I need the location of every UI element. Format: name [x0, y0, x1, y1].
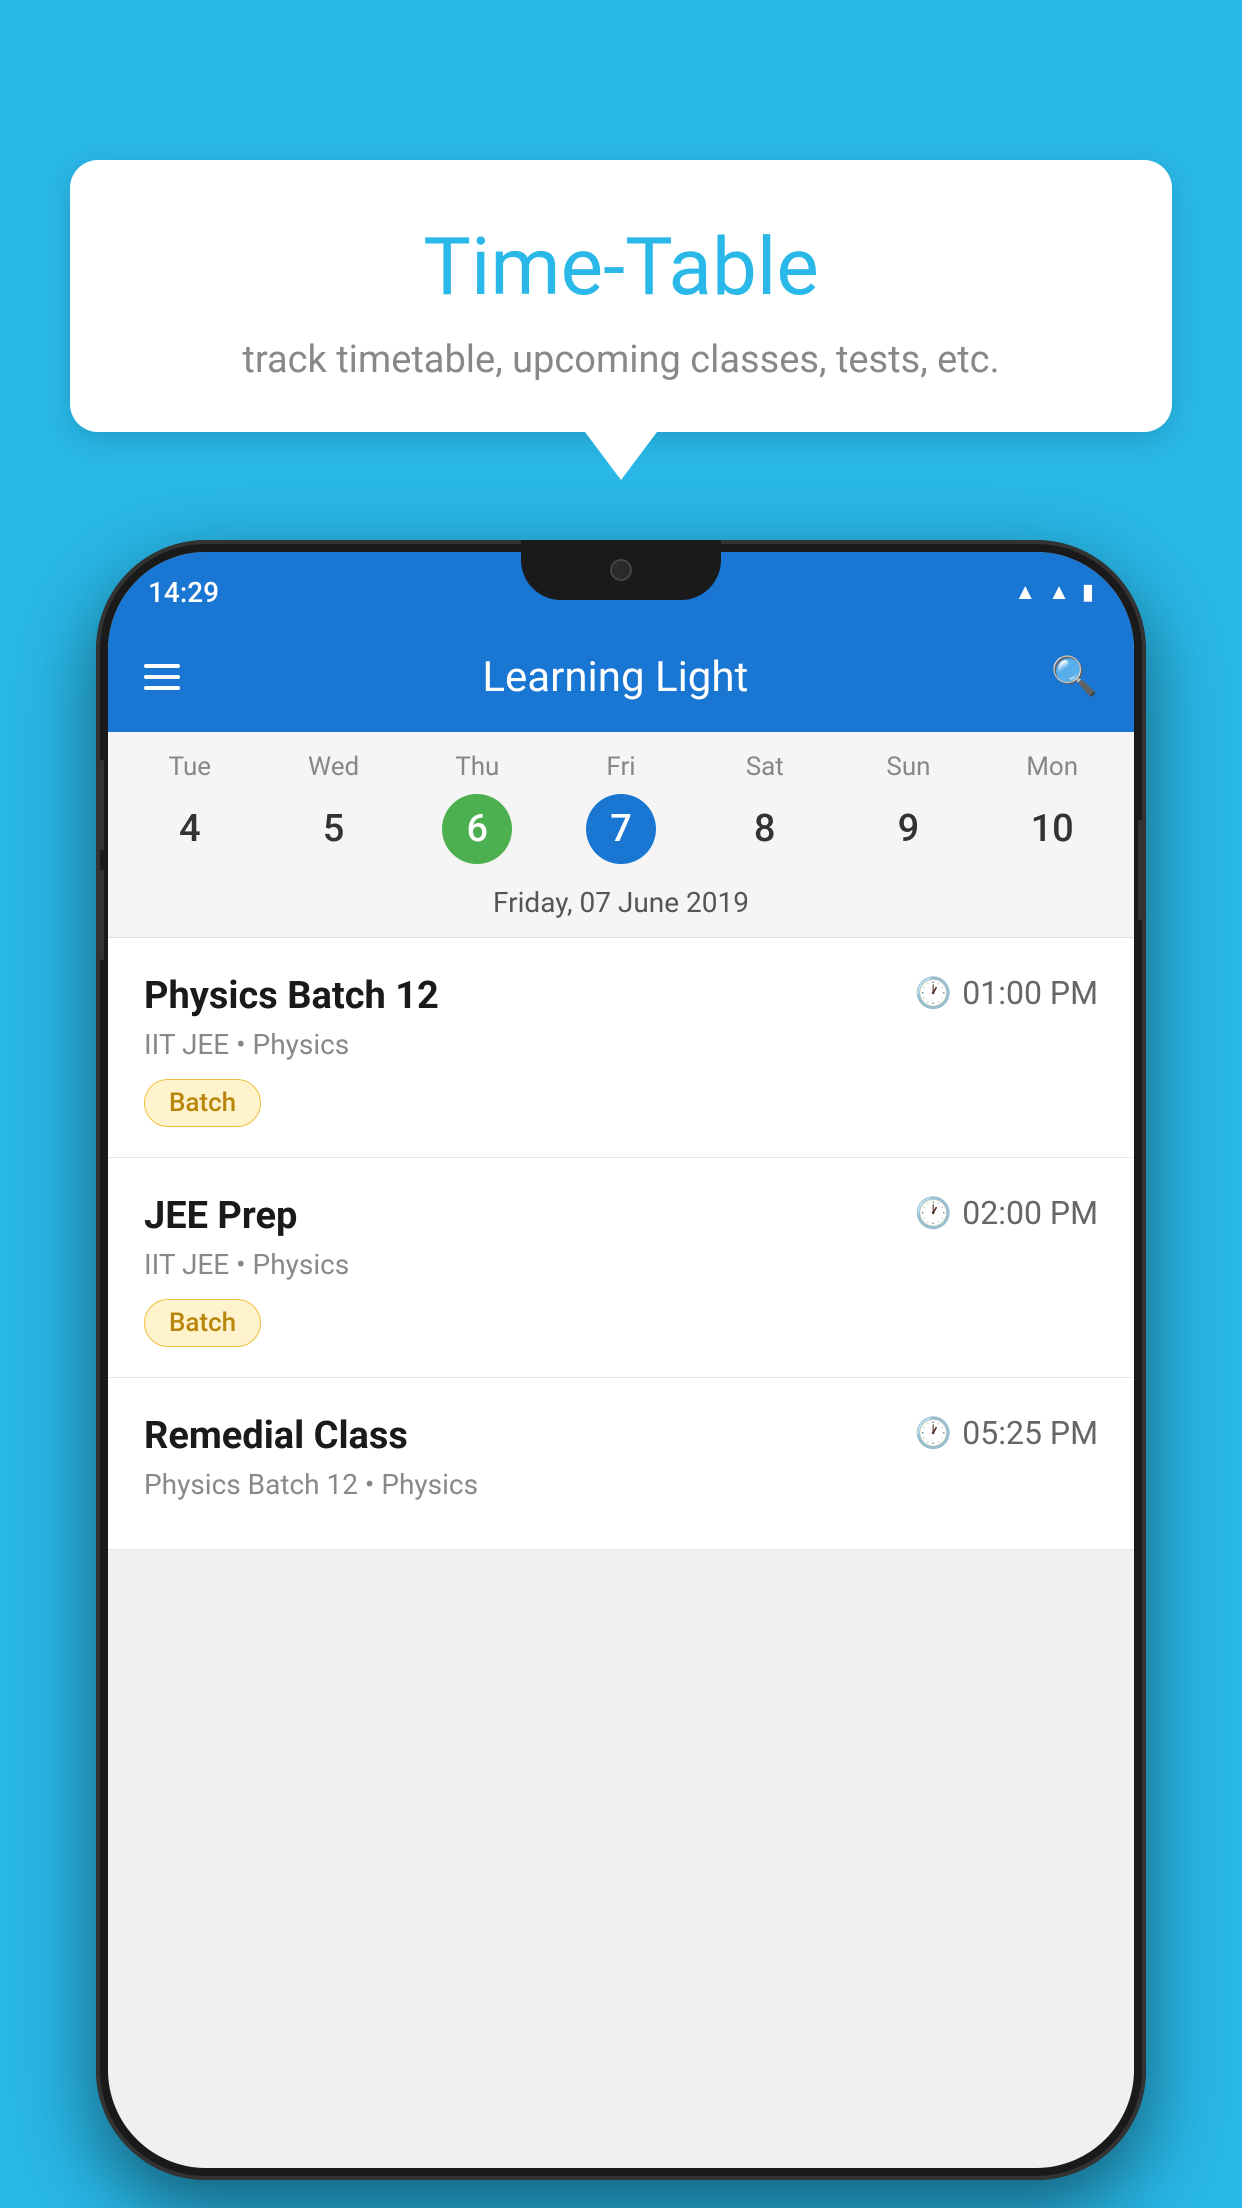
calendar-day-col[interactable]: Fri 7: [549, 752, 693, 864]
day-number[interactable]: 5: [299, 794, 369, 864]
day-number[interactable]: 9: [873, 794, 943, 864]
day-number[interactable]: 4: [155, 794, 225, 864]
status-icons: ▲ ▲ ▮: [1014, 579, 1094, 605]
app-title: Learning Light: [210, 653, 1021, 702]
events-list: Physics Batch 12 🕐 01:00 PM IIT JEE • Physi…: [108, 938, 1134, 1550]
event-item[interactable]: Remedial Class 🕐 05:25 PM Physics Batch 12 …: [108, 1378, 1134, 1550]
day-label: Sun: [886, 752, 930, 782]
tooltip-subtitle: track timetable, upcoming classes, tests…: [130, 338, 1112, 382]
event-title: Remedial Class: [144, 1414, 408, 1458]
phone-frame: 14:29 ▲ ▲ ▮ Learning Light 🔍: [96, 540, 1146, 2180]
day-label: Sat: [746, 752, 784, 782]
day-label: Thu: [455, 752, 499, 782]
calendar-day-col[interactable]: Wed 5: [262, 752, 406, 864]
event-title: JEE Prep: [144, 1194, 297, 1238]
day-number[interactable]: 6: [442, 794, 512, 864]
power-button[interactable]: [1138, 820, 1146, 920]
day-number[interactable]: 8: [730, 794, 800, 864]
hamburger-menu-button[interactable]: [144, 664, 180, 690]
calendar-section: Tue 4 Wed 5 Thu 6 Fri 7 Sat 8 Sun 9 Mon 10 Friday, 07…: [108, 732, 1134, 938]
status-time: 14:29: [148, 576, 219, 609]
day-label: Mon: [1026, 752, 1078, 782]
day-number[interactable]: 10: [1017, 794, 1087, 864]
event-subtitle: IIT JEE • Physics: [144, 1028, 1098, 1061]
calendar-day-col[interactable]: Mon 10: [980, 752, 1124, 864]
day-label: Tue: [169, 752, 211, 782]
calendar-day-col[interactable]: Sun 9: [837, 752, 981, 864]
phone-mockup: 14:29 ▲ ▲ ▮ Learning Light 🔍: [96, 540, 1146, 2180]
calendar-day-col[interactable]: Tue 4: [118, 752, 262, 864]
event-time: 🕐 01:00 PM: [915, 974, 1098, 1012]
event-title: Physics Batch 12: [144, 974, 439, 1018]
phone-screen: 14:29 ▲ ▲ ▮ Learning Light 🔍: [108, 552, 1134, 2168]
wifi-icon: ▲: [1014, 579, 1036, 605]
day-label: Wed: [308, 752, 359, 782]
calendar-date-label: Friday, 07 June 2019: [108, 874, 1134, 938]
event-time: 🕐 02:00 PM: [915, 1194, 1098, 1232]
time-value: 02:00 PM: [962, 1194, 1098, 1232]
calendar-day-col[interactable]: Sat 8: [693, 752, 837, 864]
clock-icon: 🕐: [915, 976, 952, 1011]
clock-icon: 🕐: [915, 1416, 952, 1451]
volume-up-button[interactable]: [96, 760, 104, 850]
event-subtitle: Physics Batch 12 • Physics: [144, 1468, 1098, 1501]
calendar-days-row: Tue 4 Wed 5 Thu 6 Fri 7 Sat 8 Sun 9 Mon 10: [108, 732, 1134, 874]
time-value: 01:00 PM: [962, 974, 1098, 1012]
signal-icon: ▲: [1048, 579, 1070, 605]
battery-icon: ▮: [1082, 580, 1094, 605]
event-subtitle: IIT JEE • Physics: [144, 1248, 1098, 1281]
time-value: 05:25 PM: [962, 1414, 1098, 1452]
day-label: Fri: [606, 752, 635, 782]
phone-notch: [521, 540, 721, 600]
event-item[interactable]: Physics Batch 12 🕐 01:00 PM IIT JEE • Physi…: [108, 938, 1134, 1158]
calendar-day-col[interactable]: Thu 6: [405, 752, 549, 864]
search-button[interactable]: 🔍: [1051, 655, 1098, 699]
day-number[interactable]: 7: [586, 794, 656, 864]
batch-badge: Batch: [144, 1299, 261, 1347]
app-bar: Learning Light 🔍: [108, 622, 1134, 732]
tooltip-card: Time-Table track timetable, upcoming cla…: [70, 160, 1172, 432]
event-item[interactable]: JEE Prep 🕐 02:00 PM IIT JEE • Physics Batch: [108, 1158, 1134, 1378]
event-time: 🕐 05:25 PM: [915, 1414, 1098, 1452]
batch-badge: Batch: [144, 1079, 261, 1127]
camera-dot: [610, 559, 632, 581]
clock-icon: 🕐: [915, 1196, 952, 1231]
tooltip-title: Time-Table: [130, 220, 1112, 314]
volume-down-button[interactable]: [96, 870, 104, 960]
